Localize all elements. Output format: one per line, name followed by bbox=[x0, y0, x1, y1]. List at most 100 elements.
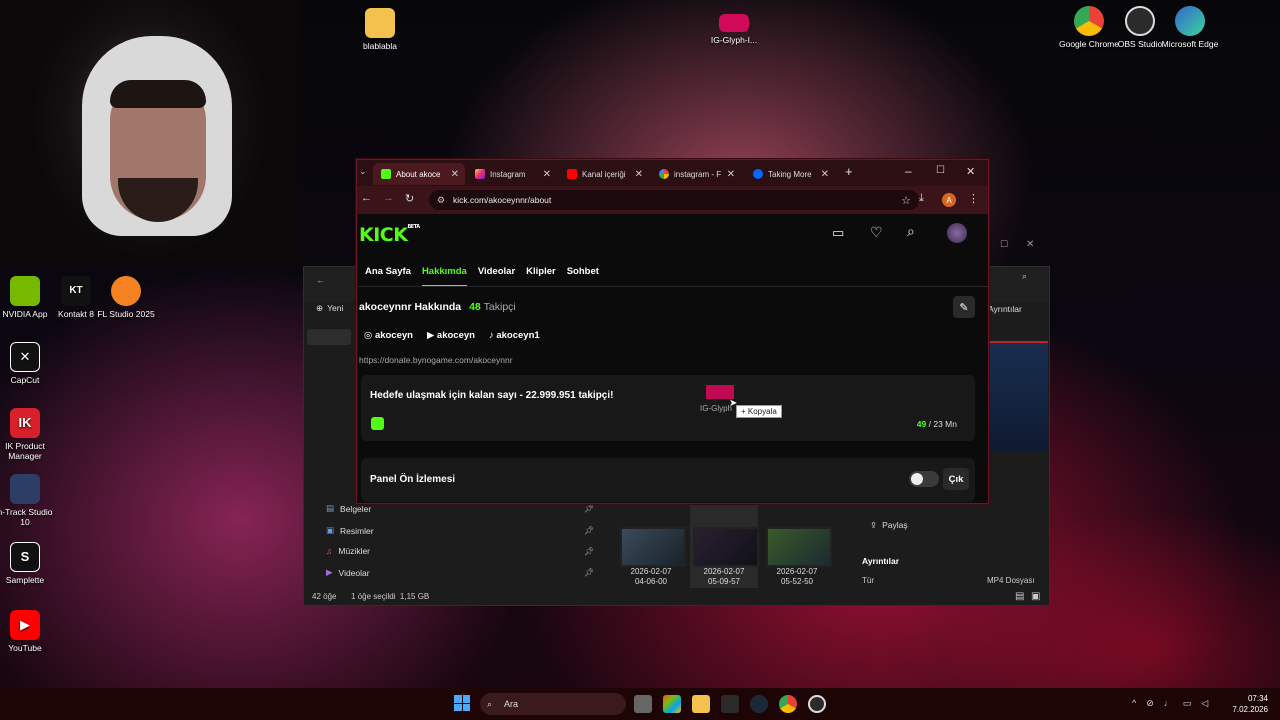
desktop-icon-ik[interactable]: IK IK Product Manager bbox=[0, 408, 57, 461]
desktop-icon-capcut[interactable]: ✕ CapCut bbox=[0, 342, 57, 385]
sidebar-item-documents[interactable]: ▤ Belgeler 📌︎ bbox=[326, 503, 594, 514]
profile-avatar[interactable]: A bbox=[942, 193, 956, 207]
tab-hakkimda[interactable]: Hakkımda bbox=[421, 266, 467, 287]
library-icon[interactable]: ▭ bbox=[832, 225, 844, 241]
sidebar-item-music[interactable]: ♫ Müzikler 📌︎ bbox=[326, 546, 594, 556]
reload-button[interactable]: ↻ bbox=[405, 192, 414, 205]
search-icon[interactable]: ⌕ bbox=[1022, 271, 1027, 282]
new-label: Yeni bbox=[327, 303, 344, 313]
network-off-icon[interactable]: ⊘ bbox=[1146, 698, 1154, 709]
desktop-icon-ntrack[interactable]: n-Track Studio 10 bbox=[0, 474, 57, 527]
site-info-icon[interactable]: ⚙ bbox=[437, 195, 445, 206]
maximize-icon[interactable]: ☐ bbox=[1000, 239, 1008, 250]
task-view-icon[interactable] bbox=[634, 695, 652, 713]
chevron-up-icon[interactable]: ^ bbox=[1132, 698, 1136, 709]
new-tab-button[interactable]: + bbox=[845, 164, 853, 179]
bookmark-star-icon[interactable]: ☆ bbox=[901, 194, 911, 207]
new-button[interactable]: ⊕ Yeni bbox=[316, 303, 343, 314]
taskbar-search[interactable]: ⌕ Ara bbox=[480, 693, 626, 715]
goal-icon bbox=[371, 417, 384, 430]
social-youtube-link[interactable]: ▶ akoceyn bbox=[427, 330, 475, 341]
desktop-icon-label: blablabla bbox=[362, 41, 398, 51]
tab-google-search[interactable]: instagram - F ✕ bbox=[651, 163, 741, 185]
minimize-button[interactable]: – bbox=[905, 164, 912, 178]
address-bar[interactable]: ⚙ kick.com/akoceynnr/about ☆ bbox=[429, 190, 919, 210]
clock-date: 7.02.2026 bbox=[1232, 705, 1268, 714]
ms365-icon[interactable] bbox=[663, 695, 681, 713]
file-explorer-icon[interactable] bbox=[692, 695, 710, 713]
video-thumbnail[interactable] bbox=[620, 527, 686, 567]
kick-logo[interactable]: KICKBETA bbox=[359, 224, 420, 246]
channel-nav: Ana Sayfa Hakkımda Videolar Klipler Sohb… bbox=[365, 266, 599, 287]
browser-window[interactable]: ⌄ About akoce ✕ Instagram ✕ Kanal içeriğ… bbox=[356, 159, 989, 504]
close-window-button[interactable]: ✕ bbox=[966, 165, 975, 178]
toggle-knob bbox=[911, 473, 923, 485]
close-tab-icon[interactable]: ✕ bbox=[543, 169, 551, 180]
edit-button[interactable]: ✎ bbox=[953, 296, 975, 318]
sidebar-item-pictures[interactable]: ▣ Resimler 📌︎ bbox=[326, 525, 594, 536]
close-tab-icon[interactable]: ✕ bbox=[727, 169, 735, 180]
clock[interactable]: 07:34 7.02.2026 bbox=[1232, 693, 1268, 715]
back-button[interactable]: ← bbox=[361, 192, 372, 204]
details-toggle-button[interactable]: Ayrıntılar bbox=[988, 304, 1022, 314]
search-icon[interactable]: ⌕ bbox=[907, 223, 915, 240]
desktop-icon-flstudio[interactable]: FL Studio 2025 bbox=[94, 276, 158, 319]
store-icon[interactable] bbox=[721, 695, 739, 713]
follower-count: 48 bbox=[469, 301, 481, 313]
tile-view-icon[interactable]: ▣ bbox=[1031, 591, 1040, 602]
samplette-icon: S bbox=[10, 542, 40, 572]
panel-preview-toggle[interactable] bbox=[909, 471, 939, 487]
menu-kebab-icon[interactable]: ⋮ bbox=[968, 192, 979, 205]
sidebar-item-label: Videolar bbox=[338, 567, 370, 578]
download-icon[interactable]: ⤓ bbox=[919, 192, 924, 205]
flstudio-icon bbox=[111, 276, 141, 306]
tab-klipler[interactable]: Klipler bbox=[526, 266, 556, 287]
social-tiktok-link[interactable]: ♪ akoceyn1 bbox=[489, 330, 540, 341]
share-button[interactable]: ⇪ Paylaş bbox=[870, 520, 908, 531]
instagram-icon bbox=[475, 169, 485, 179]
video-thumbnail[interactable] bbox=[766, 527, 832, 567]
tiktok-icon: ♪ bbox=[488, 330, 494, 341]
forward-button[interactable]: → bbox=[383, 192, 394, 204]
tab-search-icon[interactable]: ⌄ bbox=[359, 166, 367, 177]
desktop-icon-blablabla[interactable]: blablabla bbox=[348, 8, 412, 51]
list-view-icon[interactable]: ▤ bbox=[1015, 591, 1024, 602]
sidebar-item-home[interactable] bbox=[307, 329, 351, 345]
tab-videolar[interactable]: Videolar bbox=[478, 266, 515, 287]
obs-icon[interactable] bbox=[808, 695, 826, 713]
system-tray: ^ ⊘ ♩ ▭ ◁ bbox=[1132, 698, 1208, 709]
tab-ana-sayfa[interactable]: Ana Sayfa bbox=[365, 266, 411, 287]
social-instagram-link[interactable]: ◎ akoceyn bbox=[364, 330, 413, 341]
heart-icon[interactable]: ♡ bbox=[870, 224, 883, 241]
thumbnail-label: 2026-02-07 05-09-57 bbox=[703, 567, 745, 586]
desktop-icon-ig-glyph[interactable]: IG-Glyph-I... bbox=[702, 14, 766, 45]
desktop-icon-edge[interactable]: Microsoft Edge bbox=[1158, 6, 1222, 49]
start-button[interactable] bbox=[454, 695, 470, 711]
chrome-icon[interactable] bbox=[779, 695, 797, 713]
close-tab-icon[interactable]: ✕ bbox=[821, 169, 829, 180]
nvidia-icon bbox=[10, 276, 40, 306]
user-avatar[interactable] bbox=[947, 223, 967, 243]
tab-meta[interactable]: Taking More ✕ bbox=[745, 163, 835, 185]
speaker-icon[interactable]: ◁ bbox=[1201, 698, 1208, 709]
close-icon[interactable]: ✕ bbox=[1026, 239, 1034, 250]
tab-sohbet[interactable]: Sohbet bbox=[567, 266, 599, 287]
sidebar-item-videos[interactable]: ▶ Videolar 📌︎ bbox=[326, 567, 594, 578]
monitor-icon[interactable]: ▭ bbox=[1183, 698, 1192, 709]
microphone-icon[interactable]: ♩ bbox=[1164, 698, 1173, 709]
maximize-button[interactable]: ☐ bbox=[936, 165, 945, 176]
donate-link[interactable]: https://donate.bynogame.com/akoceynnr bbox=[359, 355, 513, 365]
desktop-icon-samplette[interactable]: S Samplette bbox=[0, 542, 57, 585]
exit-button[interactable]: Çık bbox=[943, 468, 969, 490]
desktop-icon-youtube[interactable]: ▶ YouTube bbox=[0, 610, 57, 653]
close-tab-icon[interactable]: ✕ bbox=[635, 169, 643, 180]
tab-youtube-channel[interactable]: Kanal içeriği ✕ bbox=[559, 163, 649, 185]
tab-instagram[interactable]: Instagram ✕ bbox=[467, 163, 557, 185]
close-tab-icon[interactable]: ✕ bbox=[451, 169, 459, 180]
back-arrow-icon[interactable]: ← bbox=[316, 275, 325, 285]
obs-icon bbox=[1125, 6, 1155, 36]
video-thumbnail[interactable] bbox=[693, 527, 759, 567]
share-label: Paylaş bbox=[882, 520, 908, 530]
steam-icon[interactable] bbox=[750, 695, 768, 713]
tab-kick-about[interactable]: About akoce ✕ bbox=[373, 163, 465, 185]
